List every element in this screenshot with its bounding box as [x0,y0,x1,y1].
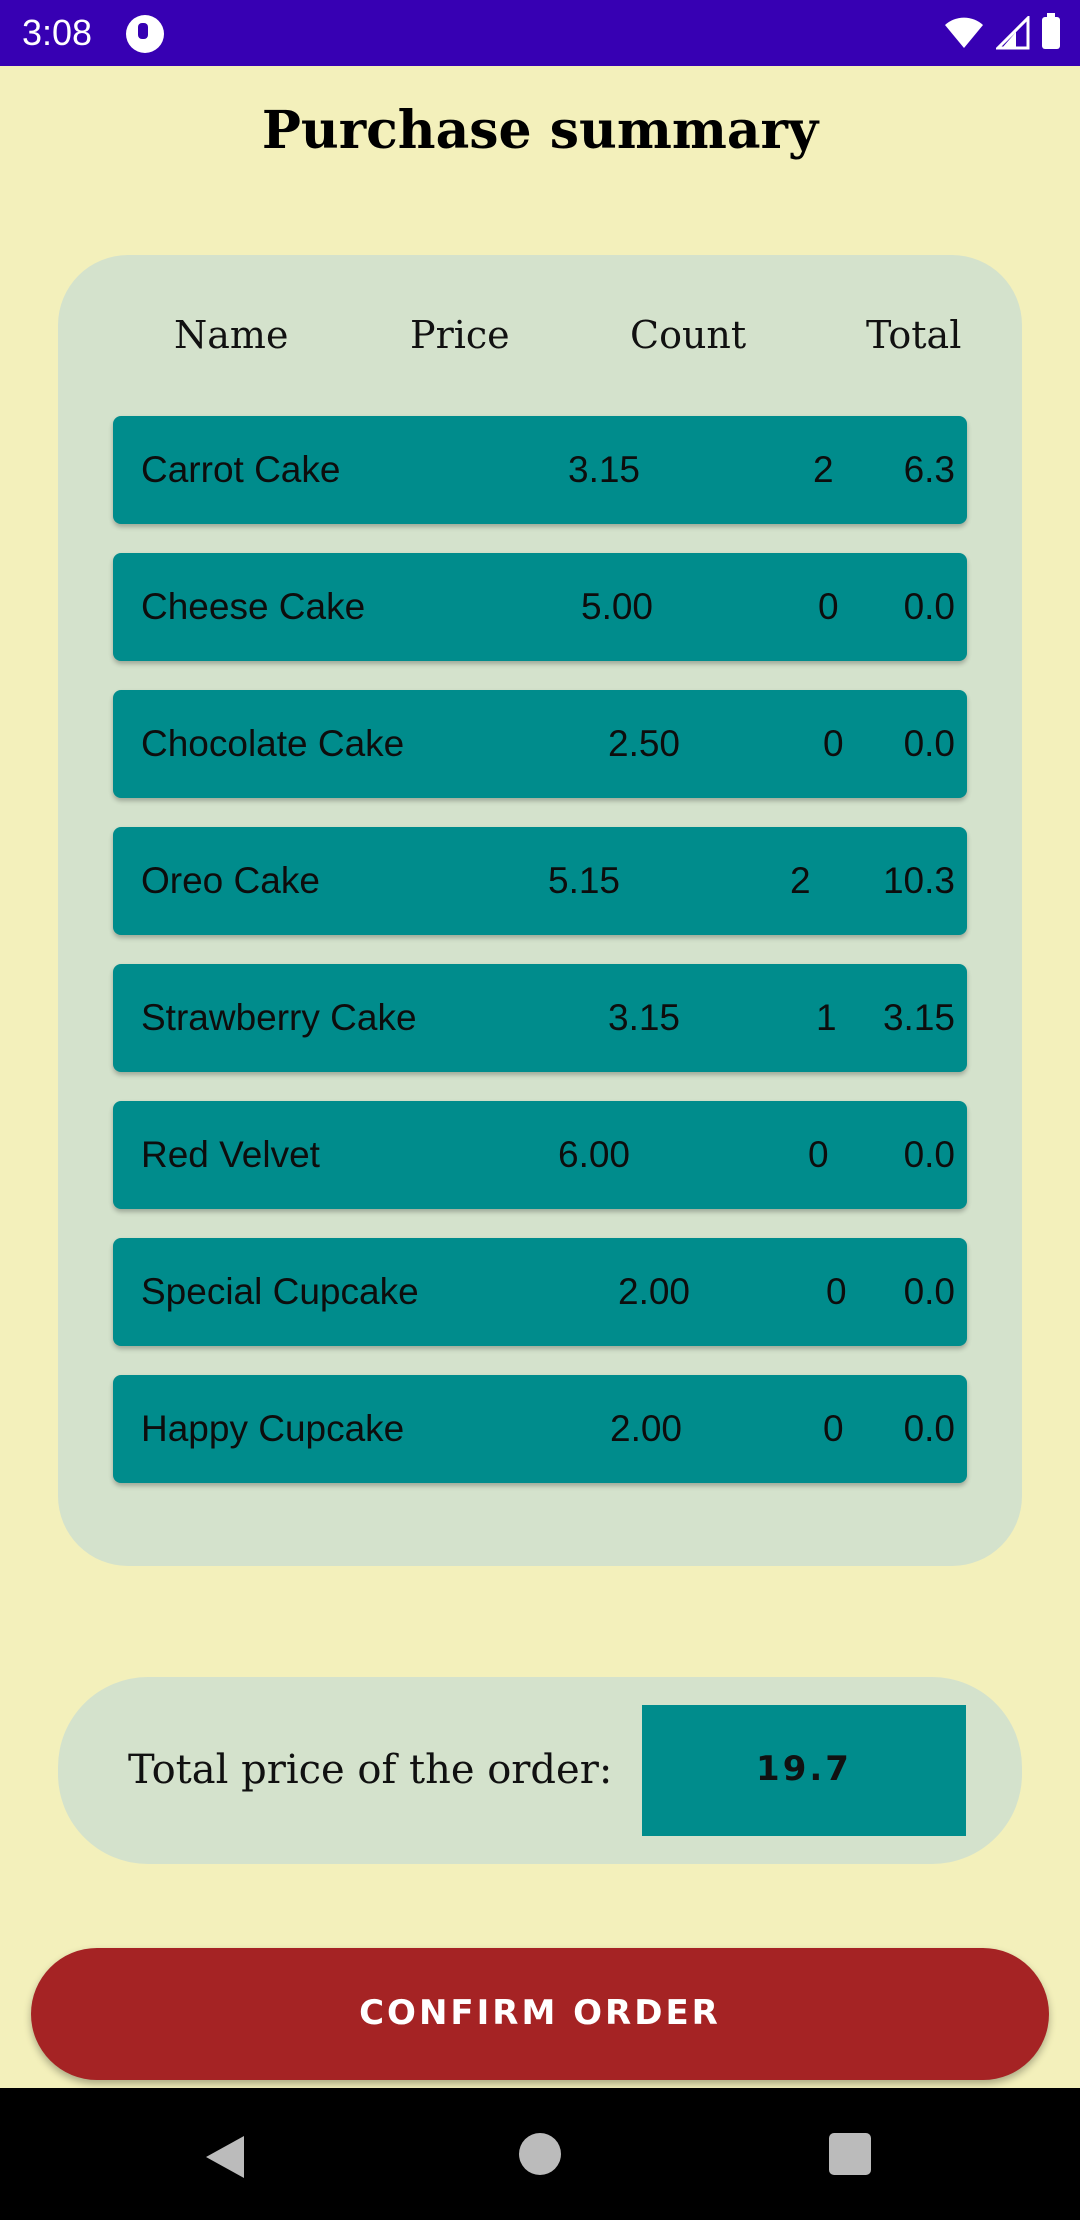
row-name: Oreo Cake [141,860,320,901]
row-count: 2 [813,449,834,490]
row-total: 6.3 [903,449,955,490]
status-bar: 3:08 [0,0,1080,66]
header-price: Price [410,313,510,357]
screen: 3:08 Purchase summary Name Price Count T… [0,0,1080,2220]
signal-icon [996,16,1030,50]
row-price: 5.00 [581,586,654,627]
page-title: Purchase summary [261,100,819,161]
row-price: 2.00 [618,1271,691,1312]
battery-icon [1042,13,1060,49]
row-count: 0 [818,586,839,627]
row-name: Red Velvet [141,1134,320,1175]
navigation-bar [0,2088,1080,2220]
row-total: 10.3 [882,860,955,901]
row-name: Happy Cupcake [141,1408,405,1449]
row-count: 2 [790,860,811,901]
total-price-box: 19.7 [642,1705,966,1836]
recents-icon[interactable] [829,2133,871,2175]
confirm-order-label: CONFIRM ORDER [359,1993,721,2033]
row-name: Special Cupcake [141,1271,419,1312]
table-row: Special Cupcake 2.00 0 0.0 [113,1238,967,1346]
table-row: Carrot Cake 3.15 2 6.3 [113,416,967,524]
row-price: 5.15 [548,860,621,901]
row-total: 3.15 [882,997,955,1038]
table-row: Happy Cupcake 2.00 0 0.0 [113,1375,967,1483]
app-notification-icon [126,15,164,53]
back-icon[interactable] [200,2132,250,2182]
row-price: 6.00 [558,1134,631,1175]
header-total: Total [866,313,962,357]
home-icon[interactable] [519,2133,561,2175]
row-count: 1 [816,997,837,1038]
row-price: 2.50 [608,723,681,764]
row-price: 2.00 [610,1408,683,1449]
header-count: Count [630,313,747,357]
row-total: 0.0 [903,1134,955,1175]
total-price-value: 19.7 [756,1749,852,1789]
table-row: Strawberry Cake 3.15 1 3.15 [113,964,967,1072]
status-icons [944,13,1060,52]
confirm-order-button[interactable]: CONFIRM ORDER [31,1948,1049,2080]
row-price: 3.15 [608,997,681,1038]
total-price-label: Total price of the order: [128,1747,613,1793]
row-count: 0 [823,723,844,764]
table-row: Oreo Cake 5.15 2 10.3 [113,827,967,935]
row-total: 0.0 [903,723,955,764]
row-name: Cheese Cake [141,586,366,627]
table-row: Chocolate Cake 2.50 0 0.0 [113,690,967,798]
row-count: 0 [826,1271,847,1312]
row-price: 3.15 [568,449,641,490]
row-name: Strawberry Cake [141,997,417,1038]
row-total: 0.0 [903,1271,955,1312]
row-total: 0.0 [903,1408,955,1449]
row-count: 0 [823,1408,844,1449]
wifi-icon [945,17,983,48]
order-total-card: Total price of the order: 19.7 [58,1677,1022,1864]
row-count: 0 [808,1134,829,1175]
order-table-card: Name Price Count Total Carrot Cake 3.15 … [58,255,1022,1566]
row-name: Chocolate Cake [141,723,405,764]
table-header: Name Price Count Total [58,313,1022,373]
table-row: Red Velvet 6.00 0 0.0 [113,1101,967,1209]
row-total: 0.0 [903,586,955,627]
table-row: Cheese Cake 5.00 0 0.0 [113,553,967,661]
status-time: 3:08 [22,12,93,53]
header-name: Name [174,313,289,357]
row-name: Carrot Cake [141,449,341,490]
